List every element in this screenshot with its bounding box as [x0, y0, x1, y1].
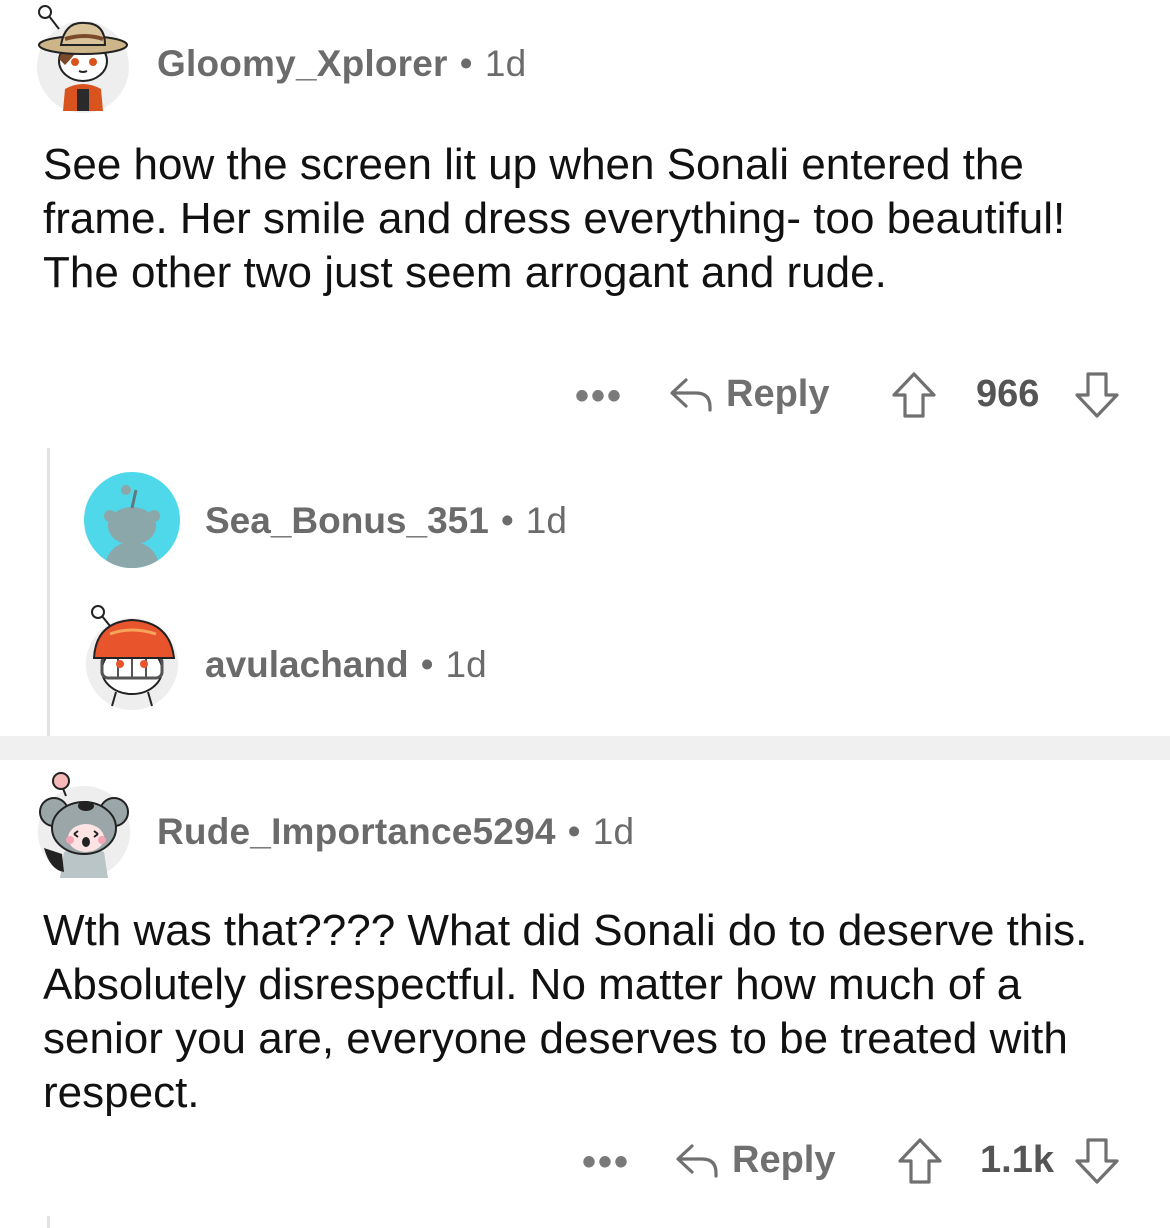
- reply-meta: avulachand • 1d: [205, 644, 487, 686]
- upvote-icon: [892, 372, 936, 418]
- downvote-button[interactable]: [1073, 370, 1121, 420]
- more-options-icon: •••: [575, 373, 624, 418]
- comment-gloomy-xplorer: Gloomy_Xplorer • 1d See how the screen lit…: [0, 0, 1170, 736]
- comment-meta: Gloomy_Xplorer • 1d: [157, 43, 526, 85]
- reply-meta: Sea_Bonus_351 • 1d: [205, 500, 567, 542]
- more-options-button[interactable]: •••: [582, 1138, 630, 1186]
- comment-age: 1d: [525, 500, 567, 541]
- avatar-avulachand[interactable]: [84, 605, 180, 710]
- separator-dot: •: [500, 500, 514, 541]
- reply-icon: [676, 1144, 718, 1178]
- username[interactable]: Rude_Importance5294: [157, 811, 556, 852]
- comment-body: See how the screen lit up when Sonali en…: [43, 140, 1066, 297]
- username[interactable]: Sea_Bonus_351: [205, 500, 489, 541]
- comment-age: 1d: [592, 811, 635, 852]
- comment-rude-importance5294: Rude_Importance5294 • 1d Wth was that???? …: [0, 760, 1170, 1228]
- separator-dot: •: [459, 43, 473, 84]
- avatar-rude-importance5294[interactable]: [36, 772, 132, 878]
- vote-count: 966: [976, 372, 1039, 416]
- downvote-icon: [1075, 372, 1119, 418]
- reply-button[interactable]: Reply: [674, 1136, 835, 1184]
- downvote-icon: [1075, 1138, 1119, 1184]
- reply-button[interactable]: Reply: [668, 370, 829, 418]
- upvote-icon: [898, 1138, 942, 1184]
- upvote-button[interactable]: [896, 1136, 944, 1186]
- username[interactable]: Gloomy_Xplorer: [157, 43, 448, 84]
- username[interactable]: avulachand: [205, 644, 409, 685]
- comment-age: 1d: [484, 43, 527, 84]
- reply-icon: [670, 378, 712, 412]
- thread-line[interactable]: [47, 448, 50, 736]
- more-options-icon: •••: [582, 1139, 631, 1184]
- more-options-button[interactable]: •••: [575, 372, 623, 420]
- reply-label: Reply: [726, 372, 830, 415]
- separator-dot: •: [420, 644, 434, 685]
- reply-label: Reply: [732, 1138, 836, 1181]
- comment-body: Wth was that???? What did Sonali do to d…: [43, 906, 1088, 1117]
- avatar-sea-bonus-351[interactable]: [84, 472, 180, 568]
- separator-dot: •: [567, 811, 581, 852]
- downvote-button[interactable]: [1073, 1136, 1121, 1186]
- thread-line[interactable]: [47, 1216, 50, 1228]
- upvote-button[interactable]: [890, 370, 938, 420]
- vote-count: 1.1k: [980, 1138, 1054, 1182]
- vote-count-label: 1.1k: [980, 1138, 1054, 1181]
- comment-age: 1d: [445, 644, 487, 685]
- comment-separator: [0, 736, 1170, 760]
- comment-meta: Rude_Importance5294 • 1d: [157, 811, 634, 853]
- vote-count-label: 966: [976, 372, 1040, 415]
- avatar-gloomy-xplorer[interactable]: [35, 5, 131, 113]
